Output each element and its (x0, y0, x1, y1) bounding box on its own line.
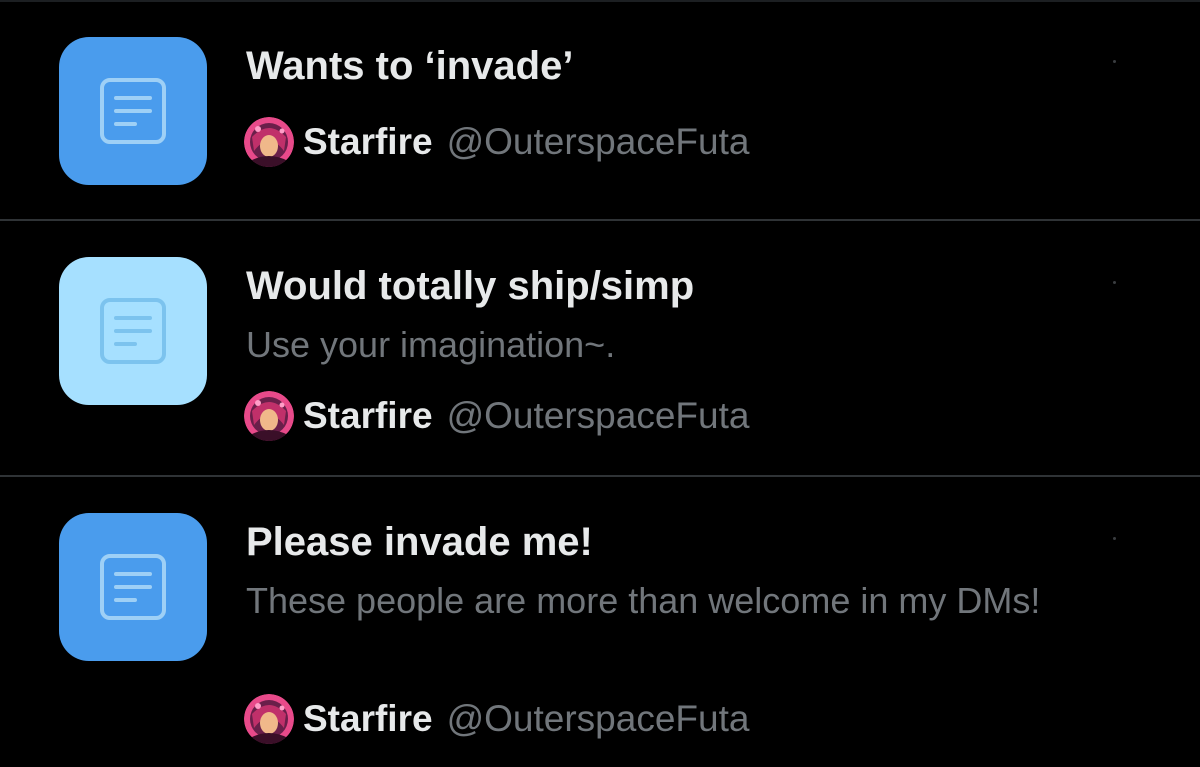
list-owner[interactable]: Starfire @OuterspaceFuta (244, 693, 749, 745)
list-title: Please invade me! (246, 520, 593, 564)
list-description: Use your imagination~. (246, 324, 616, 365)
list-owner[interactable]: Starfire @OuterspaceFuta (244, 390, 749, 442)
list-title: Would totally ship/simp (246, 264, 695, 308)
avatar (244, 694, 294, 744)
owner-name: Starfire (303, 121, 433, 162)
owner-handle: @OuterspaceFuta (446, 121, 750, 162)
list-title: Wants to ‘invade’ (246, 44, 574, 88)
list-document-icon (59, 37, 207, 185)
owner-name: Starfire (303, 698, 433, 739)
owner-handle: @OuterspaceFuta (446, 698, 750, 739)
list-owner[interactable]: Starfire @OuterspaceFuta (244, 116, 749, 168)
more-options-icon[interactable] (1113, 281, 1116, 284)
more-options-icon[interactable] (1113, 60, 1116, 63)
owner-name: Starfire (303, 395, 433, 436)
list-item[interactable]: Please invade me! These people are more … (0, 477, 1200, 767)
list-item[interactable]: Wants to ‘invade’ Starfire @OuterspaceFu… (0, 0, 1200, 221)
list-document-icon (59, 257, 207, 405)
avatar (244, 391, 294, 441)
list-item[interactable]: Would totally ship/simp Use your imagina… (0, 221, 1200, 477)
lists-list: Wants to ‘invade’ Starfire @OuterspaceFu… (0, 0, 1200, 767)
list-description: These people are more than welcome in my… (246, 580, 1041, 621)
owner-handle: @OuterspaceFuta (446, 395, 750, 436)
avatar (244, 117, 294, 167)
more-options-icon[interactable] (1113, 537, 1116, 540)
list-document-icon (59, 513, 207, 661)
